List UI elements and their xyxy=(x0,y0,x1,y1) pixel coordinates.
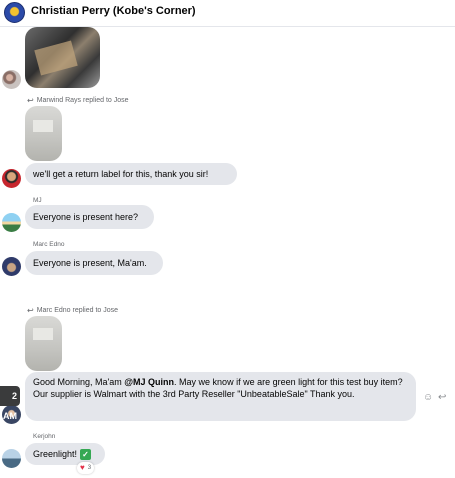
message-text-prefix: Good Morning, Ma'am xyxy=(33,377,125,387)
shared-photo[interactable] xyxy=(25,27,100,88)
message-text: Greenlight! xyxy=(33,449,78,459)
avatar[interactable] xyxy=(2,257,21,276)
avatar[interactable] xyxy=(2,70,21,89)
message-bubble[interactable]: Everyone is present, Ma'am. xyxy=(25,251,163,275)
reply-note-text: Marc Edno replied to Jose xyxy=(36,307,119,314)
reply-indicator: ↩ Marwind Rays replied to Jose xyxy=(27,96,129,105)
timestamp-tooltip: 2 AM xyxy=(0,386,20,421)
sender-name: Kerjohn xyxy=(33,433,56,440)
avatar[interactable] xyxy=(2,169,21,188)
sender-name: MJ xyxy=(33,197,42,204)
avatar[interactable] xyxy=(2,213,21,232)
reaction-badge[interactable]: ♥ 3 xyxy=(77,462,95,474)
reaction-count: 3 xyxy=(87,465,92,471)
message-text: Good Morning, Ma'am @MJ Quinn. May we kn… xyxy=(33,376,407,401)
chat-avatar[interactable] xyxy=(4,2,25,23)
reply-arrow-icon: ↩ xyxy=(27,306,34,315)
message-bubble[interactable]: Good Morning, Ma'am @MJ Quinn. May we kn… xyxy=(25,372,416,421)
emoji-icon[interactable]: ☺ xyxy=(423,392,433,403)
message-bubble[interactable]: Greenlight! ✓ xyxy=(25,443,105,465)
heart-icon: ♥ xyxy=(80,463,85,472)
replied-photo[interactable] xyxy=(25,106,62,161)
sender-name: Marc Edno xyxy=(33,241,65,248)
reply-icon[interactable]: ↩ xyxy=(438,392,446,403)
mention[interactable]: @MJ Quinn xyxy=(124,377,174,387)
avatar[interactable] xyxy=(2,449,21,468)
reply-indicator: ↩ Marc Edno replied to Jose xyxy=(27,306,118,315)
message-bubble[interactable]: we'll get a return label for this, thank… xyxy=(25,163,237,185)
check-mark-icon: ✓ xyxy=(80,448,92,460)
message-bubble[interactable]: Everyone is present here? xyxy=(25,205,154,229)
chat-title[interactable]: Christian Perry (Kobe's Corner) xyxy=(31,5,196,17)
reply-arrow-icon: ↩ xyxy=(27,96,34,105)
replied-photo[interactable] xyxy=(25,316,62,371)
chat-header: Christian Perry (Kobe's Corner) xyxy=(0,0,455,27)
reply-note-text: Marwind Rays replied to Jose xyxy=(36,97,129,104)
